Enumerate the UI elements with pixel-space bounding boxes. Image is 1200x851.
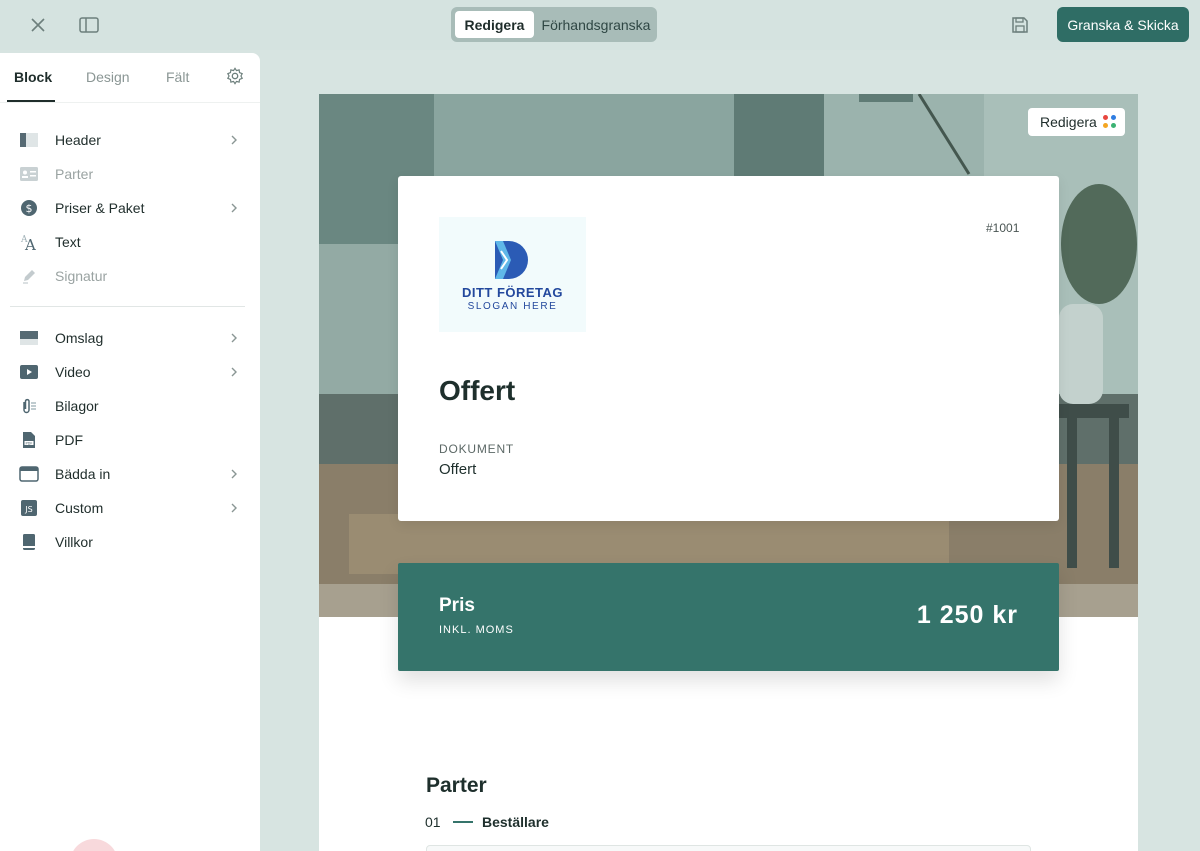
top-bar: Redigera Förhandsgranska Granska & Skick… — [0, 0, 1200, 50]
text-icon: AA — [19, 233, 39, 251]
video-icon — [19, 363, 39, 381]
party-field[interactable] — [426, 845, 1031, 851]
sidebar-tabs: Block Design Fält — [0, 53, 260, 103]
gear-icon[interactable] — [226, 67, 246, 87]
party-role: Beställare — [482, 814, 549, 830]
sidebar-item-label: Bädda in — [55, 466, 111, 482]
document-header-card[interactable]: DITT FÖRETAG SLOGAN HERE #1001 Offert DO… — [398, 176, 1059, 521]
sidebar-item-label: Signatur — [55, 268, 108, 284]
sidebar-item-text[interactable]: AA Text — [0, 225, 260, 259]
sidebar-item-badda-in[interactable]: Bädda in — [0, 457, 260, 491]
sidebar-item-priser-paket[interactable]: $ Priser & Paket — [0, 191, 260, 225]
chevron-right-icon — [229, 365, 241, 379]
color-dots-icon — [1103, 115, 1117, 129]
parties-title: Parter — [426, 774, 487, 797]
pen-icon — [19, 267, 39, 285]
chevron-right-icon — [229, 201, 241, 215]
document-number: #1001 — [986, 221, 1020, 235]
tab-design[interactable]: Design — [86, 69, 130, 85]
header-icon — [19, 131, 39, 149]
sidebar-item-label: Header — [55, 132, 101, 148]
sidebar-item-pdf[interactable]: PDF PDF — [0, 423, 260, 457]
mode-edit-button[interactable]: Redigera — [455, 11, 534, 38]
price-summary[interactable]: Pris INKL. MOMS 1 250 kr — [398, 563, 1059, 671]
close-icon[interactable] — [26, 13, 50, 37]
cover-edit-button[interactable]: Redigera — [1028, 108, 1125, 136]
sidebar-item-label: Omslag — [55, 330, 104, 346]
tab-block[interactable]: Block — [14, 69, 52, 85]
js-icon: JS — [19, 499, 39, 517]
logo-company-name: DITT FÖRETAG — [461, 285, 564, 300]
logo-mark-icon — [495, 241, 528, 279]
party-dash — [453, 821, 473, 823]
chevron-right-icon — [229, 133, 241, 147]
chevron-right-icon — [229, 467, 241, 481]
embed-icon — [19, 465, 39, 483]
sidebar-item-custom[interactable]: JS Custom — [0, 491, 260, 525]
sidebar-item-label: PDF — [55, 432, 83, 448]
logo-slogan: SLOGAN HERE — [467, 301, 558, 312]
sidebar-item-omslag[interactable]: Omslag — [0, 321, 260, 355]
document-title[interactable]: Offert — [439, 375, 515, 407]
price-title: Pris — [439, 595, 475, 616]
svg-text:A: A — [24, 236, 36, 251]
sidebar-item-video[interactable]: Video — [0, 355, 260, 389]
party-index: 01 — [425, 814, 441, 830]
sidebar-item-label: Villkor — [55, 534, 93, 550]
review-send-button[interactable]: Granska & Skicka — [1057, 7, 1189, 42]
cover-edit-label: Redigera — [1040, 114, 1097, 130]
document-field-value[interactable]: Offert — [439, 461, 476, 478]
sidebar-item-label: Priser & Paket — [55, 200, 145, 216]
price-subtitle: INKL. MOMS — [439, 624, 514, 636]
sidebar-item-label: Parter — [55, 166, 94, 182]
paperclip-icon — [19, 397, 39, 415]
sidebar-toggle-icon[interactable] — [77, 13, 101, 37]
mode-preview-button[interactable]: Förhandsgranska — [539, 11, 653, 38]
sidebar-item-bilagor[interactable]: Bilagor — [0, 389, 260, 423]
dollar-icon: $ — [19, 199, 39, 217]
svg-text:$: $ — [26, 202, 33, 215]
svg-text:PDF: PDF — [25, 441, 32, 445]
contact-card-icon — [19, 165, 39, 183]
svg-text:JS: JS — [24, 505, 32, 514]
sidebar-item-parter[interactable]: Parter — [0, 157, 260, 191]
cover-icon — [19, 329, 39, 347]
mode-switch: Redigera Förhandsgranska — [451, 7, 657, 42]
pdf-icon: PDF — [19, 431, 39, 449]
book-icon — [19, 533, 39, 551]
save-icon[interactable] — [1008, 13, 1032, 37]
chevron-right-icon — [229, 331, 241, 345]
sidebar-item-header[interactable]: Header — [0, 123, 260, 157]
tab-falt[interactable]: Fält — [166, 69, 189, 85]
cover-image: Redigera DITT FÖRETAG SLOGAN HERE #1001 … — [319, 94, 1138, 617]
price-value: 1 250 kr — [916, 601, 1018, 629]
block-sidebar: Block Design Fält Header Parter $ Priser… — [0, 53, 260, 851]
sidebar-item-label: Bilagor — [55, 398, 99, 414]
document-field-label: DOKUMENT — [439, 442, 515, 456]
company-logo[interactable]: DITT FÖRETAG SLOGAN HERE — [439, 217, 586, 332]
chevron-right-icon — [229, 501, 241, 515]
sidebar-item-label: Text — [55, 234, 81, 250]
sidebar-item-signatur[interactable]: Signatur — [0, 259, 260, 293]
tabs-divider — [0, 102, 260, 103]
group-divider — [10, 306, 245, 307]
sidebar-item-label: Custom — [55, 500, 104, 516]
document-canvas: Redigera DITT FÖRETAG SLOGAN HERE #1001 … — [319, 94, 1138, 851]
sidebar-item-label: Video — [55, 364, 91, 380]
sidebar-item-villkor[interactable]: Villkor — [0, 525, 260, 559]
